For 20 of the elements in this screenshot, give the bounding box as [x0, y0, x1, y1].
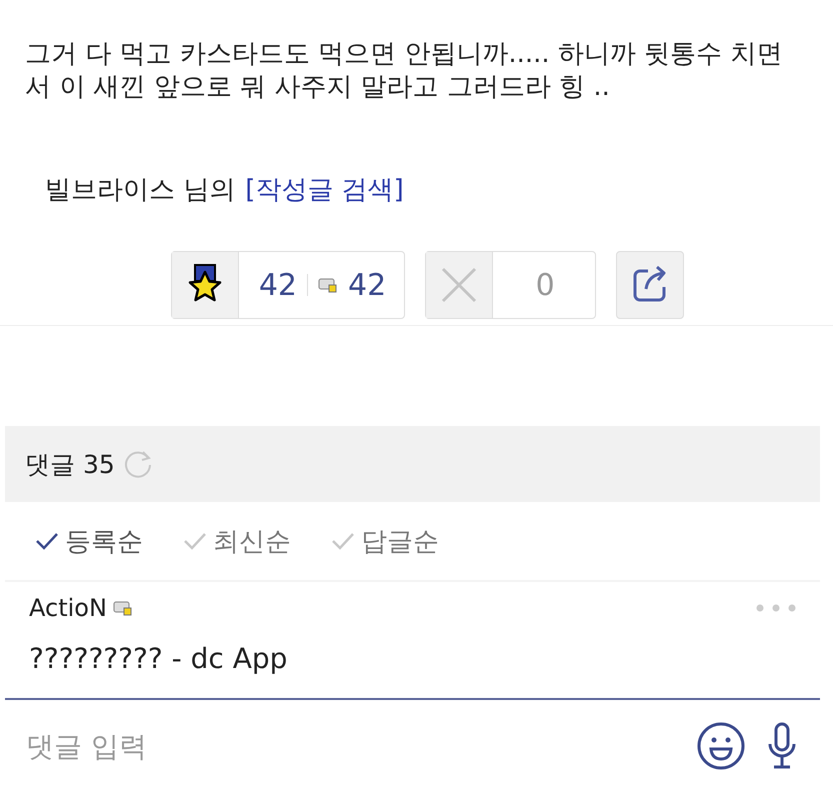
post-body: 그거 다 먹고 카스타드도 먹으면 안됩니까..... 하니까 뒷통수 치면서 이 새낀 앞으로 뭐 사주지 말라고 그러드라 힝 ..: [25, 38, 783, 104]
sort-option[interactable]: 답글순: [331, 524, 439, 558]
comments-title: 댓글 35: [25, 448, 115, 480]
microphone-icon[interactable]: [767, 722, 797, 770]
author-posts-link[interactable]: [작성글 검색]: [245, 172, 404, 207]
recommend-button[interactable]: [172, 252, 239, 318]
fixed-recommend-count: 42: [348, 268, 386, 302]
share-button[interactable]: [616, 251, 684, 319]
comment-input-field[interactable]: 댓글 입력: [24, 728, 675, 764]
check-icon: [35, 531, 59, 551]
sort-option[interactable]: 최신순: [183, 524, 291, 558]
check-icon: [183, 531, 207, 551]
comment-author: ActioN: [29, 594, 107, 622]
downvote-count: 0: [536, 268, 555, 302]
author-name: 빌브라이스 님의: [45, 174, 236, 207]
sort-option[interactable]: 등록순: [35, 524, 143, 558]
check-icon: [331, 531, 355, 551]
recommend-count: 42: [258, 268, 297, 302]
comment-text: ????????? - dc App: [29, 642, 288, 675]
smiley-icon[interactable]: [697, 722, 745, 770]
